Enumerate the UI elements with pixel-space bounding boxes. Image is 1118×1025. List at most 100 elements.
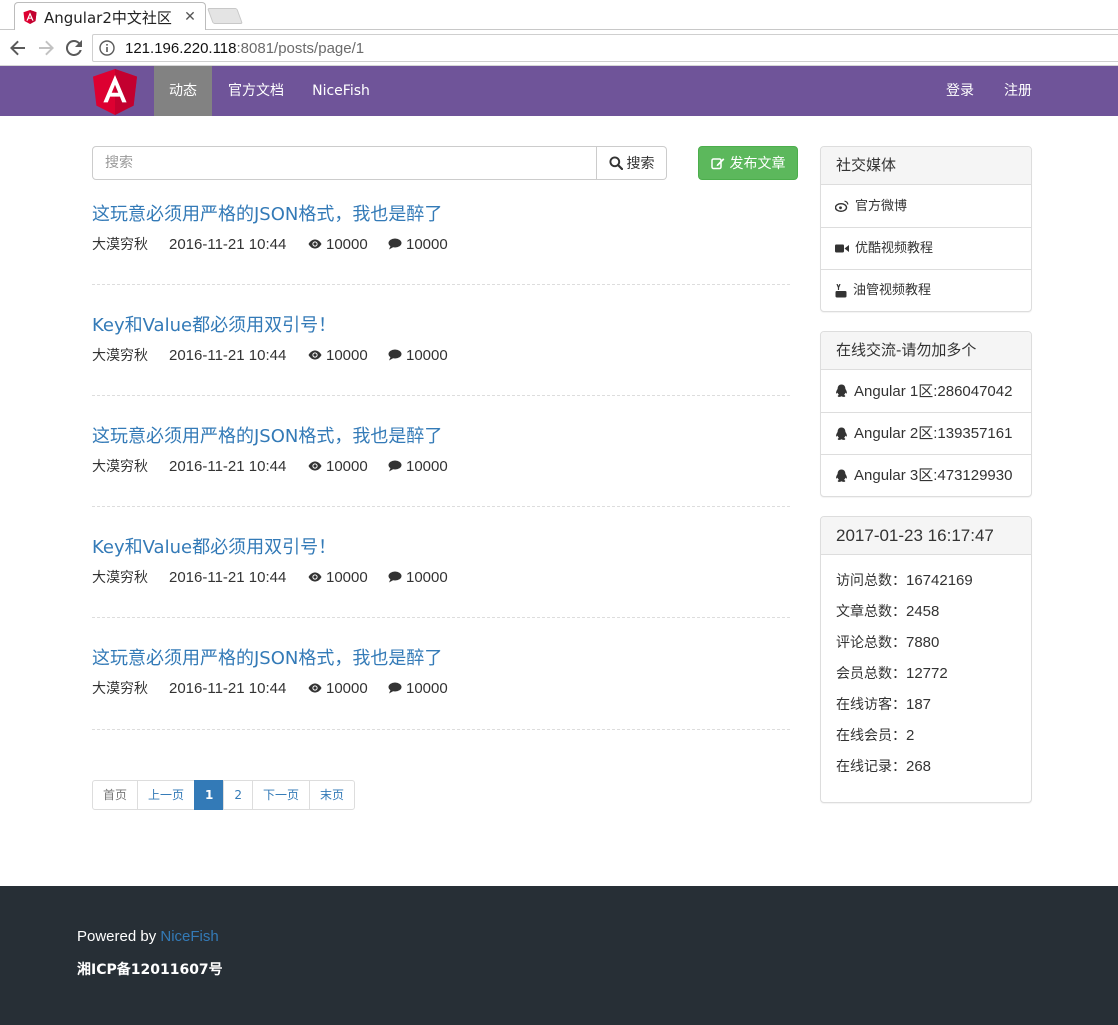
post-author[interactable]: 大漠穷秋 <box>92 456 169 476</box>
qq-panel-heading: 在线交流-请勿加多个 <box>821 332 1031 370</box>
stat-label: 文章总数： <box>836 604 906 620</box>
page-next-link[interactable]: 下一页 <box>252 780 311 810</box>
search-button-label: 搜索 <box>626 156 655 172</box>
qq-icon <box>836 384 847 397</box>
stat-value: 187 <box>906 696 932 713</box>
post-divider <box>92 729 790 730</box>
post-author[interactable]: 大漠穷秋 <box>92 234 169 254</box>
search-icon <box>608 156 623 170</box>
address-bar[interactable]: 121.196.220.118:8081/posts/page/1 <box>92 34 1118 62</box>
qq-group-panel: 在线交流-请勿加多个 Angular 1区:286047042 Angular … <box>820 331 1032 497</box>
browser-tab[interactable]: Angular2中文社区 ✕ <box>14 2 206 31</box>
stat-value: 2 <box>906 727 915 744</box>
stats-body: 访问总数：16742169 文章总数：2458 评论总数：7880 会员总数：1277… <box>821 555 1031 794</box>
post-meta: 大漠穷秋 2016-11-21 10:44 10000 10000 <box>92 345 790 365</box>
post-views-count: 10000 <box>326 457 368 475</box>
stat-value: 16742169 <box>906 572 973 589</box>
youku-label: 优酷视频教程 <box>855 241 934 256</box>
forward-arrow-icon[interactable] <box>34 36 58 60</box>
stat-value: 7880 <box>906 634 940 651</box>
post-title-link[interactable]: 这玩意必须用严格的JSON格式，我也是醉了 <box>92 647 790 671</box>
new-tab-button[interactable] <box>207 8 243 24</box>
post-views: 10000 <box>308 680 388 697</box>
back-arrow-icon[interactable] <box>6 36 30 60</box>
comment-icon <box>388 238 402 250</box>
comment-icon <box>388 571 402 583</box>
youtube-icon <box>835 283 847 297</box>
eye-icon <box>308 572 322 582</box>
angular-logo-icon[interactable] <box>93 69 137 115</box>
tab-title: Angular2中文社区 <box>44 8 172 27</box>
stat-label: 会员总数： <box>836 666 906 682</box>
qq-group-3-label: Angular 3区:473129930 <box>854 467 1013 484</box>
youtube-link[interactable]: 油管视频教程 <box>821 269 1031 311</box>
search-input[interactable] <box>92 146 597 180</box>
post-title-link[interactable]: Key和Value都必须用双引号！ <box>92 314 790 338</box>
post-comments-count: 10000 <box>406 235 448 253</box>
youku-link[interactable]: 优酷视频教程 <box>821 227 1031 269</box>
post-title-link[interactable]: 这玩意必须用严格的JSON格式，我也是醉了 <box>92 425 790 449</box>
post-divider <box>92 395 790 396</box>
site-info-icon[interactable] <box>99 40 115 56</box>
page-first-link[interactable]: 首页 <box>92 780 139 810</box>
post-divider <box>92 506 790 507</box>
page-1-link[interactable]: 1 <box>194 780 225 810</box>
post-author[interactable]: 大漠穷秋 <box>92 345 169 365</box>
stat-label: 在线访客： <box>836 697 906 713</box>
post-meta: 大漠穷秋 2016-11-21 10:44 10000 10000 <box>92 456 790 476</box>
powered-by-text: Powered by <box>77 928 161 945</box>
post-divider <box>92 617 790 618</box>
weibo-link[interactable]: 官方微博 <box>821 185 1031 227</box>
qq-icon <box>836 469 847 482</box>
stat-row: 在线访客：187 <box>836 695 1016 726</box>
post-comments-count: 10000 <box>406 457 448 475</box>
post-views: 10000 <box>308 569 388 586</box>
qq-group-2[interactable]: Angular 2区:139357161 <box>821 412 1031 454</box>
post-views-count: 10000 <box>326 346 368 364</box>
pagination: 首页 上一页 1 2 下一页 末页 <box>92 780 356 810</box>
search-group: 搜索 <box>92 146 667 180</box>
post-author[interactable]: 大漠穷秋 <box>92 678 169 698</box>
qq-group-1[interactable]: Angular 1区:286047042 <box>821 370 1031 412</box>
post-divider <box>92 284 790 285</box>
post-comments: 10000 <box>388 236 448 253</box>
nav-item-official-docs[interactable]: 官方文档 <box>216 66 296 116</box>
post-date: 2016-11-21 10:44 <box>169 235 287 253</box>
browser-toolbar: 121.196.220.118:8081/posts/page/1 <box>0 30 1118 66</box>
comment-icon <box>388 349 402 361</box>
post-comments-count: 10000 <box>406 346 448 364</box>
reload-icon[interactable] <box>62 36 86 60</box>
post-comments: 10000 <box>388 569 448 586</box>
eye-icon <box>308 461 322 471</box>
stat-label: 评论总数： <box>836 635 906 651</box>
search-button[interactable]: 搜索 <box>597 146 667 180</box>
publish-article-button[interactable]: 发布文章 <box>698 146 798 180</box>
post-views: 10000 <box>308 347 388 364</box>
post-views: 10000 <box>308 458 388 475</box>
post-comments: 10000 <box>388 458 448 475</box>
nav-item-nicefish[interactable]: NiceFish <box>302 66 380 116</box>
eye-icon <box>308 683 322 693</box>
post-title-link[interactable]: 这玩意必须用严格的JSON格式，我也是醉了 <box>92 203 790 227</box>
post-meta: 大漠穷秋 2016-11-21 10:44 10000 10000 <box>92 234 790 254</box>
post-title-link[interactable]: Key和Value都必须用双引号！ <box>92 536 790 560</box>
page-2-link[interactable]: 2 <box>223 780 254 810</box>
edit-icon <box>710 158 724 170</box>
post-author[interactable]: 大漠穷秋 <box>92 567 169 587</box>
site-navbar: 动态 官方文档 NiceFish 登录 注册 <box>0 66 1118 116</box>
post-views-count: 10000 <box>326 568 368 586</box>
login-link[interactable]: 登录 <box>932 66 988 116</box>
qq-group-3[interactable]: Angular 3区:473129930 <box>821 454 1031 496</box>
post-comments: 10000 <box>388 347 448 364</box>
nav-item-dynamic[interactable]: 动态 <box>154 66 212 116</box>
post-item: 这玩意必须用严格的JSON格式，我也是醉了 大漠穷秋 2016-11-21 10:4… <box>92 647 790 698</box>
register-link[interactable]: 注册 <box>990 66 1046 116</box>
tab-close-icon[interactable]: ✕ <box>183 9 197 25</box>
powered-by-line: Powered by NiceFish <box>77 928 219 945</box>
weibo-icon <box>835 200 849 212</box>
comment-icon <box>388 460 402 472</box>
page-prev-link[interactable]: 上一页 <box>137 780 196 810</box>
page-last-link[interactable]: 末页 <box>309 780 356 810</box>
nicefish-footer-link[interactable]: NiceFish <box>160 928 218 945</box>
qq-group-1-label: Angular 1区:286047042 <box>854 382 1013 400</box>
